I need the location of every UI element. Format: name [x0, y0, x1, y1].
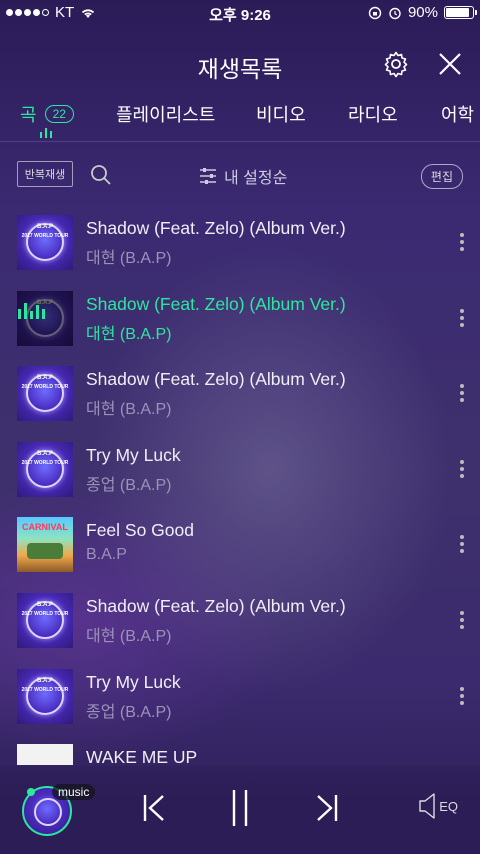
more-options-button[interactable]: [460, 459, 464, 478]
next-button[interactable]: [305, 786, 349, 830]
song-title: Shadow (Feat. Zelo) (Album Ver.): [86, 218, 346, 238]
tab-language[interactable]: 어학: [441, 101, 474, 127]
song-row[interactable]: WAKE ME UP: [0, 734, 480, 765]
song-title: Try My Luck: [86, 671, 181, 692]
status-right: 90%: [368, 4, 477, 21]
previous-icon: [143, 795, 164, 821]
sort-button[interactable]: 내 설정순: [198, 164, 287, 188]
rotation-lock-icon: [368, 6, 382, 19]
sliders-icon: [200, 168, 216, 184]
tab-radio[interactable]: 라디오: [348, 101, 398, 127]
tab-songs[interactable]: 곡 22: [20, 101, 74, 127]
song-row[interactable]: CARNIVAL Feel So Good B.A.P: [0, 507, 480, 583]
sort-label: 내 설정순: [224, 170, 288, 187]
song-title: Shadow (Feat. Zelo) (Album Ver.): [86, 595, 346, 616]
more-options-button[interactable]: [460, 535, 464, 554]
album-art: B.A.P 2017 WORLD TOUR: [17, 366, 73, 422]
song-row[interactable]: B.A.P 2017 WORLD TOUR Try My Luck 종업 (B.…: [0, 432, 480, 508]
tab-playlists[interactable]: 플레이리스트: [116, 101, 215, 127]
song-title: Feel So Good: [86, 520, 194, 541]
more-options-button[interactable]: [460, 233, 464, 251]
more-options-button[interactable]: [460, 308, 464, 327]
battery-icon: [444, 6, 477, 19]
close-button[interactable]: [434, 48, 466, 80]
song-row[interactable]: B.A.P 2017 WORLD TOUR Try My Luck 종업 (B.…: [0, 659, 480, 735]
album-art: CARNIVAL: [17, 517, 73, 573]
now-playing-icon: [18, 301, 45, 319]
battery-percent: 90%: [407, 4, 438, 21]
album-art: [17, 744, 73, 765]
pause-icon: [232, 790, 248, 826]
list-toolbar: 반복재생 내 설정순 편집: [0, 156, 480, 196]
song-list: B.A.P 2017 WORLD TOUR Shadow (Feat. Zelo…: [0, 205, 480, 765]
tab-songs-label: 곡: [20, 105, 37, 125]
eq-button[interactable]: EQ: [418, 792, 458, 820]
album-art: B.A.P 2017 WORLD TOUR: [17, 215, 73, 270]
mini-player: music EQ: [0, 766, 480, 854]
song-title: Shadow (Feat. Zelo) (Album Ver.): [86, 369, 346, 390]
playlist-screen: KT 오후 9:26 90% 재생목록 곡 22 플레이리스트 비디오 라디오 …: [0, 0, 480, 854]
song-artist: 대현 (B.A.P): [86, 250, 172, 267]
album-art: B.A.P 2017 WORLD TOUR: [17, 592, 73, 648]
speaker-icon: [419, 793, 435, 819]
song-artist: 대현 (B.A.P): [86, 401, 172, 419]
song-title: Try My Luck: [86, 444, 181, 465]
song-count-badge: 22: [44, 105, 74, 123]
status-bar: KT 오후 9:26 90%: [0, 0, 480, 26]
song-artist: 대현 (B.A.P): [86, 627, 172, 645]
previous-button[interactable]: [132, 786, 176, 830]
settings-button[interactable]: [380, 48, 412, 80]
more-options-button[interactable]: [460, 384, 464, 403]
status-dot-icon: [27, 788, 35, 796]
song-row-now-playing[interactable]: B.A.P Shadow (Feat. Zelo) (Album Ver.) 대…: [0, 281, 480, 357]
search-button[interactable]: [90, 164, 112, 191]
song-artist: B.A.P: [86, 546, 127, 564]
song-row[interactable]: B.A.P 2017 WORLD TOUR Shadow (Feat. Zelo…: [0, 356, 480, 432]
next-icon: [317, 795, 338, 821]
alarm-icon: [389, 7, 401, 19]
song-title: Shadow (Feat. Zelo) (Album Ver.): [86, 293, 346, 314]
tab-bar: 곡 22 플레이리스트 비디오 라디오 어학: [0, 98, 480, 142]
repeat-button[interactable]: 반복재생: [17, 161, 73, 187]
tab-video[interactable]: 비디오: [256, 101, 306, 127]
header: 재생목록: [0, 40, 480, 88]
song-title: WAKE ME UP: [86, 747, 198, 765]
search-icon: [91, 165, 111, 185]
edit-button[interactable]: 편집: [420, 164, 463, 189]
music-label: music: [52, 784, 96, 800]
pause-button[interactable]: [218, 786, 262, 830]
album-art: B.A.P 2017 WORLD TOUR: [17, 668, 73, 724]
close-icon: [439, 53, 461, 75]
album-art: B.A.P 2017 WORLD TOUR: [17, 441, 73, 497]
more-options-button[interactable]: [460, 686, 464, 705]
song-artist: 종업 (B.A.P): [86, 476, 172, 494]
song-artist: 대현 (B.A.P): [86, 325, 172, 343]
song-row[interactable]: B.A.P 2017 WORLD TOUR Shadow (Feat. Zelo…: [0, 583, 480, 659]
gear-icon: [384, 51, 408, 78]
song-row[interactable]: B.A.P 2017 WORLD TOUR Shadow (Feat. Zelo…: [0, 205, 480, 281]
more-options-button[interactable]: [460, 610, 464, 629]
song-artist: 종업 (B.A.P): [86, 703, 172, 721]
eq-label: EQ: [439, 798, 458, 814]
active-tab-indicator-icon: [40, 128, 52, 138]
